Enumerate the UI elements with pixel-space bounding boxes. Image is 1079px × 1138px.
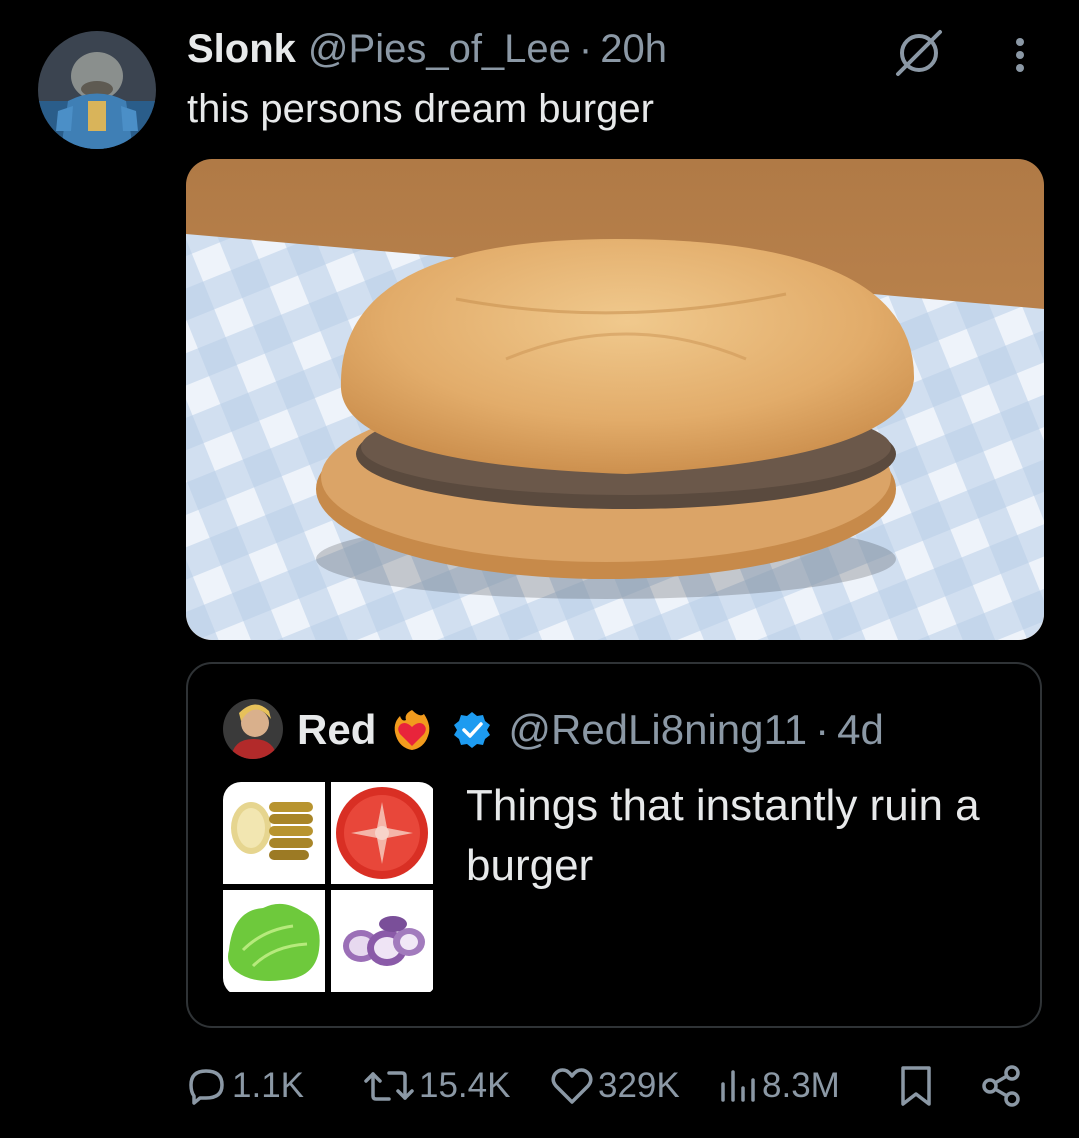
- bookmark-icon: [901, 1066, 931, 1106]
- tweet-timestamp[interactable]: 20h: [600, 27, 667, 72]
- quoted-author-avatar[interactable]: [223, 699, 283, 759]
- red-onion-image[interactable]: [331, 890, 433, 992]
- heart-on-fire-icon: [390, 708, 434, 752]
- tweet-media-image[interactable]: [186, 159, 1044, 640]
- heart-icon: [551, 1068, 593, 1104]
- views-count: 8.3M: [762, 1066, 840, 1105]
- quoted-tweet-text: Things that instantly ruin a burger: [466, 781, 980, 890]
- views-icon: [721, 1070, 755, 1102]
- quoted-tweet-header: Red @RedLi8ning11 · 4d: [297, 702, 884, 758]
- lettuce-image[interactable]: [223, 890, 325, 992]
- action-bar: 1.1K 15.4K 329K 8.3M: [0, 1058, 1079, 1114]
- more-options-icon[interactable]: [1005, 36, 1035, 76]
- like-button[interactable]: 329K: [550, 1058, 680, 1114]
- share-button[interactable]: [980, 1058, 1026, 1114]
- quoted-author-handle[interactable]: @RedLi8ning11: [508, 706, 807, 754]
- pickles-image[interactable]: [223, 782, 325, 884]
- quoted-author-name[interactable]: Red: [297, 706, 376, 754]
- tweet-header: Slonk @Pies_of_Lee · 20h: [187, 24, 667, 74]
- reply-icon: [189, 1069, 224, 1105]
- reply-count: 1.1K: [232, 1066, 304, 1105]
- repost-count: 15.4K: [419, 1066, 511, 1105]
- separator: ·: [578, 26, 593, 71]
- repost-button[interactable]: 15.4K: [363, 1058, 510, 1114]
- quoted-tweet[interactable]: Red @RedLi8ning11 · 4d Things that insta…: [186, 662, 1042, 1028]
- share-icon: [982, 1065, 1020, 1107]
- author-avatar[interactable]: [38, 31, 156, 149]
- views-button[interactable]: 8.3M: [718, 1058, 840, 1114]
- reply-button[interactable]: 1.1K: [188, 1058, 304, 1114]
- quoted-media-grid[interactable]: [223, 782, 437, 996]
- author-handle[interactable]: @Pies_of_Lee: [308, 27, 571, 72]
- quoted-tweet-timestamp[interactable]: 4d: [837, 706, 884, 754]
- grok-icon[interactable]: [894, 28, 944, 78]
- separator: ·: [815, 706, 830, 753]
- tweet-text: this persons dream burger: [187, 87, 654, 131]
- author-name[interactable]: Slonk: [187, 27, 296, 72]
- bookmark-button[interactable]: [898, 1058, 938, 1114]
- like-count: 329K: [598, 1066, 680, 1105]
- tomato-slice-image[interactable]: [331, 782, 433, 884]
- repost-icon: [364, 1071, 414, 1101]
- verified-badge-icon[interactable]: [452, 710, 492, 750]
